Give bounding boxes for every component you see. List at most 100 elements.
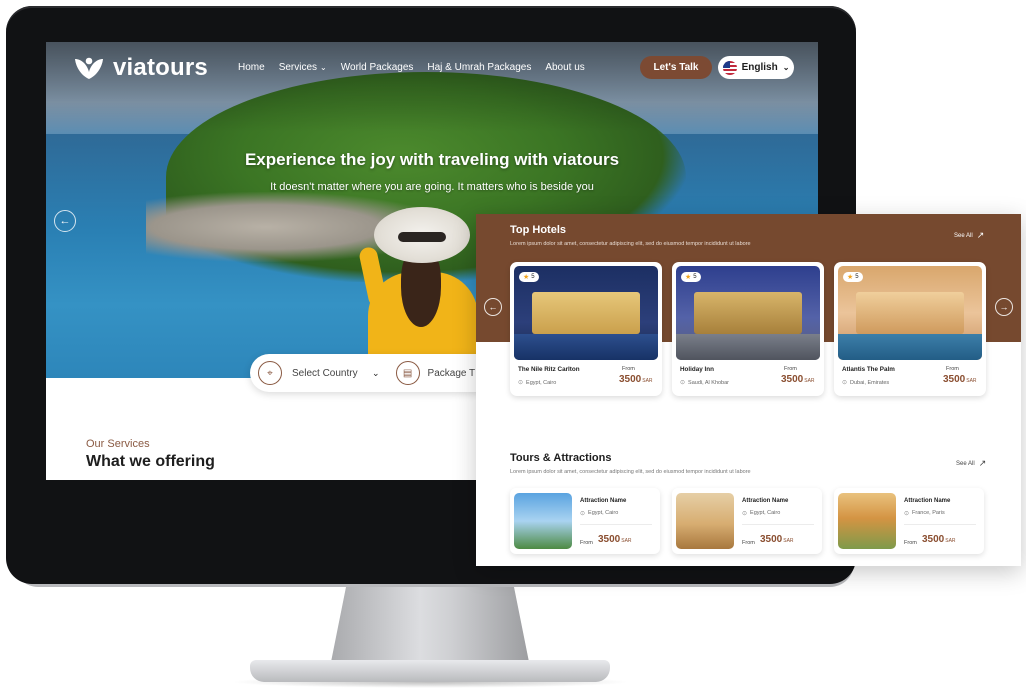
price-value: 3500 bbox=[760, 534, 783, 545]
nav-haj-umrah-label: Haj & Umrah Packages bbox=[427, 62, 532, 73]
nav-world-packages-label: World Packages bbox=[340, 62, 414, 73]
tours-see-all-link[interactable]: See All ↗ bbox=[956, 458, 986, 469]
rating-value: 5 bbox=[855, 274, 859, 280]
price-value: 3500 bbox=[619, 374, 642, 385]
tours-subtitle: Lorem ipsum dolor sit amet, consectetur … bbox=[510, 469, 751, 475]
hotel-card[interactable]: ★ 5 The Nile Ritz Carlton ⊙ Egypt, Cairo F… bbox=[510, 262, 662, 396]
monitor-stand-base bbox=[250, 660, 610, 682]
attraction-location-text: France, Paris bbox=[912, 510, 945, 516]
attraction-card[interactable]: Attraction Name ⊙ Egypt, Cairo From 3500S… bbox=[672, 488, 822, 554]
top-hotels-title: Top Hotels bbox=[510, 224, 567, 236]
attraction-card[interactable]: Attraction Name ⊙ France, Paris From 3500… bbox=[834, 488, 984, 554]
location-pin-icon: ⊙ bbox=[518, 380, 524, 386]
hotels-see-all-label: See All bbox=[954, 232, 973, 239]
chevron-down-icon[interactable]: ⌄ bbox=[372, 368, 380, 379]
hotel-card[interactable]: ★ 5 Holiday Inn ⊙ Saudi, Al Khobar From 35… bbox=[672, 262, 824, 396]
price-value: 3500 bbox=[943, 374, 966, 385]
nav-home-label: Home bbox=[238, 62, 265, 73]
hotel-forecourt bbox=[676, 334, 820, 360]
hotels-next-arrow[interactable]: → bbox=[995, 298, 1013, 316]
lets-talk-button[interactable]: Let's Talk bbox=[640, 56, 712, 79]
price-currency: SAR bbox=[621, 538, 632, 544]
price-currency: SAR bbox=[966, 378, 977, 384]
hotel-name: The Nile Ritz Carlton bbox=[518, 366, 580, 373]
nav-item-about[interactable]: About us bbox=[545, 62, 584, 73]
traveler-hat-band bbox=[398, 232, 446, 242]
attraction-location: ⊙ Egypt, Cairo bbox=[742, 510, 780, 517]
hotel-photo: ★ 5 bbox=[838, 266, 982, 360]
hotel-price: 3500SAR bbox=[619, 374, 653, 385]
language-label: English bbox=[741, 62, 778, 73]
rating-badge: ★ 5 bbox=[843, 272, 863, 282]
divider bbox=[904, 524, 976, 525]
attraction-name: Attraction Name bbox=[904, 498, 951, 504]
star-icon: ★ bbox=[847, 274, 854, 281]
price-from-label: From bbox=[622, 366, 635, 372]
hotel-card[interactable]: ★ 5 Atlantis The Palm ⊙ Dubai, Emirates Fr… bbox=[834, 262, 986, 396]
hotel-building bbox=[532, 292, 640, 334]
attraction-location-text: Egypt, Cairo bbox=[588, 510, 619, 516]
hotel-location: ⊙ Saudi, Al Khobar bbox=[680, 379, 730, 387]
rating-badge: ★ 5 bbox=[681, 272, 701, 282]
hotel-water bbox=[514, 334, 658, 360]
hotel-location: ⊙ Egypt, Cairo bbox=[518, 379, 557, 387]
price-from-label: From bbox=[742, 540, 755, 546]
us-flag-icon bbox=[722, 60, 737, 75]
hotels-see-all-link[interactable]: See All ↗ bbox=[954, 230, 984, 241]
attraction-card[interactable]: Attraction Name ⊙ Egypt, Cairo From 3500S… bbox=[510, 488, 660, 554]
hotels-prev-arrow[interactable]: ← bbox=[484, 298, 502, 316]
hotel-name: Holiday Inn bbox=[680, 366, 714, 373]
nav-item-services[interactable]: Services ⌄ bbox=[279, 62, 327, 73]
nav-services-label: Services bbox=[278, 62, 318, 73]
nav-item-haj-umrah[interactable]: Haj & Umrah Packages bbox=[427, 62, 531, 73]
attraction-location: ⊙ France, Paris bbox=[904, 510, 945, 517]
price-currency: SAR bbox=[804, 378, 815, 384]
nav-item-home[interactable]: Home bbox=[238, 62, 265, 73]
attraction-price: 3500SAR bbox=[760, 534, 794, 545]
package-icon: ▤ bbox=[395, 361, 420, 385]
arrow-up-right-icon: ↗ bbox=[978, 458, 987, 468]
attraction-location: ⊙ Egypt, Cairo bbox=[580, 510, 618, 517]
location-pin-icon: ⊙ bbox=[580, 511, 586, 517]
attraction-name: Attraction Name bbox=[580, 498, 627, 504]
location-pin-icon: ⊙ bbox=[680, 380, 686, 386]
package-select[interactable]: Package T bbox=[428, 368, 476, 379]
monitor-stand-neck bbox=[330, 587, 530, 667]
hotel-photo: ★ 5 bbox=[514, 266, 658, 360]
star-icon: ★ bbox=[685, 274, 692, 281]
location-pin-icon: ⊙ bbox=[904, 511, 910, 517]
brand-name: viatours bbox=[113, 54, 208, 81]
hotel-location-text: Saudi, Al Khobar bbox=[688, 379, 730, 386]
chevron-down-icon: ⌄ bbox=[782, 63, 790, 72]
price-currency: SAR bbox=[945, 538, 956, 544]
services-eyebrow: Our Services bbox=[86, 438, 150, 450]
hotel-location-text: Egypt, Cairo bbox=[526, 379, 557, 386]
price-from-label: From bbox=[904, 540, 917, 546]
main-nav: Home Services ⌄ World Packages Haj & Umra… bbox=[238, 62, 585, 73]
top-hotels-subtitle: Lorem ipsum dolor sit amet, consectetur … bbox=[510, 241, 751, 247]
price-from-label: From bbox=[946, 366, 959, 372]
hotel-location: ⊙ Dubai, Emirates bbox=[842, 379, 890, 387]
attraction-price: 3500SAR bbox=[598, 534, 632, 545]
language-selector[interactable]: English ⌄ bbox=[718, 56, 794, 79]
price-from-label: From bbox=[784, 366, 797, 372]
nav-item-world-packages[interactable]: World Packages bbox=[341, 62, 414, 73]
country-select[interactable]: Select Country bbox=[292, 368, 372, 379]
hero-headline: Experience the joy with traveling with v… bbox=[244, 150, 620, 169]
brand-logo[interactable]: viatours bbox=[72, 54, 208, 82]
hotel-location-text: Dubai, Emirates bbox=[850, 379, 890, 386]
arrow-up-right-icon: ↗ bbox=[976, 230, 985, 240]
listing-panel: Top Hotels Lorem ipsum dolor sit amet, c… bbox=[476, 214, 1021, 566]
nav-about-label: About us bbox=[545, 62, 585, 73]
divider bbox=[742, 524, 814, 525]
rating-value: 5 bbox=[531, 274, 535, 280]
viatours-logo-icon bbox=[75, 57, 103, 79]
price-currency: SAR bbox=[783, 538, 794, 544]
divider bbox=[580, 524, 652, 525]
hero-prev-arrow[interactable]: ← bbox=[54, 210, 76, 232]
hotel-name: Atlantis The Palm bbox=[842, 366, 895, 373]
attraction-photo bbox=[838, 493, 896, 549]
rating-badge: ★ 5 bbox=[519, 272, 539, 282]
search-bar: ⌖ Select Country ⌄ ▤ Package T bbox=[250, 354, 510, 392]
hero-subline: It doesn't matter where you are going. I… bbox=[270, 181, 594, 193]
